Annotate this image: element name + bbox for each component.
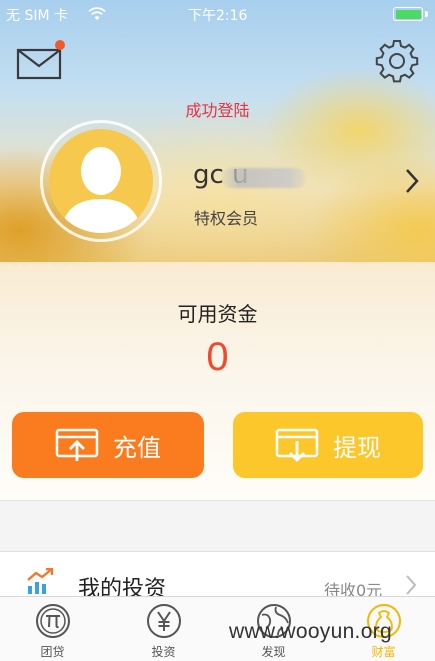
tab-invest[interactable]: 投资 <box>120 597 207 661</box>
recharge-button[interactable]: 充值 <box>12 412 204 478</box>
unread-badge <box>55 40 65 50</box>
my-investments-row[interactable]: 我的投资 待收0元 <box>0 552 435 602</box>
chevron-right-icon[interactable] <box>404 166 420 196</box>
user-silhouette-icon <box>61 147 141 233</box>
carrier-label: 无 SIM 卡 <box>6 8 68 24</box>
scalloped-edge <box>0 262 435 272</box>
tab-label: 投资 <box>151 645 176 659</box>
upload-tray-icon <box>55 428 99 461</box>
tab-label: 财富 <box>371 645 396 659</box>
tab-label: 发现 <box>261 645 286 659</box>
username-redaction <box>222 168 306 188</box>
default-user-avatar <box>49 129 153 233</box>
recharge-label: 充值 <box>113 433 161 462</box>
available-funds-value: 0 <box>206 335 229 379</box>
available-funds-label: 可用资金 <box>177 302 258 326</box>
section-spacer <box>0 501 435 551</box>
gear-icon[interactable] <box>374 38 420 84</box>
avatar[interactable] <box>40 120 162 242</box>
pi-icon <box>35 604 70 638</box>
wifi-icon <box>88 7 106 20</box>
login-status-message: 成功登陆 <box>185 101 250 120</box>
withdraw-label: 提现 <box>333 433 381 462</box>
status-bar: 无 SIM 卡 下午2:16 <box>0 0 435 28</box>
watermark: www.wooyun.org <box>229 620 392 643</box>
clock: 下午2:16 <box>188 8 248 24</box>
battery-tip <box>425 11 428 17</box>
tab-tuandai[interactable]: 团贷 <box>9 597 96 661</box>
chart-up-icon <box>27 568 54 594</box>
yen-icon <box>146 604 181 638</box>
withdraw-button[interactable]: 提现 <box>233 412 423 478</box>
tab-label: 团贷 <box>40 645 65 659</box>
battery-icon <box>393 7 423 21</box>
member-level: 特权会员 <box>194 209 259 228</box>
download-tray-icon <box>275 428 319 462</box>
chevron-right-icon <box>406 575 417 595</box>
